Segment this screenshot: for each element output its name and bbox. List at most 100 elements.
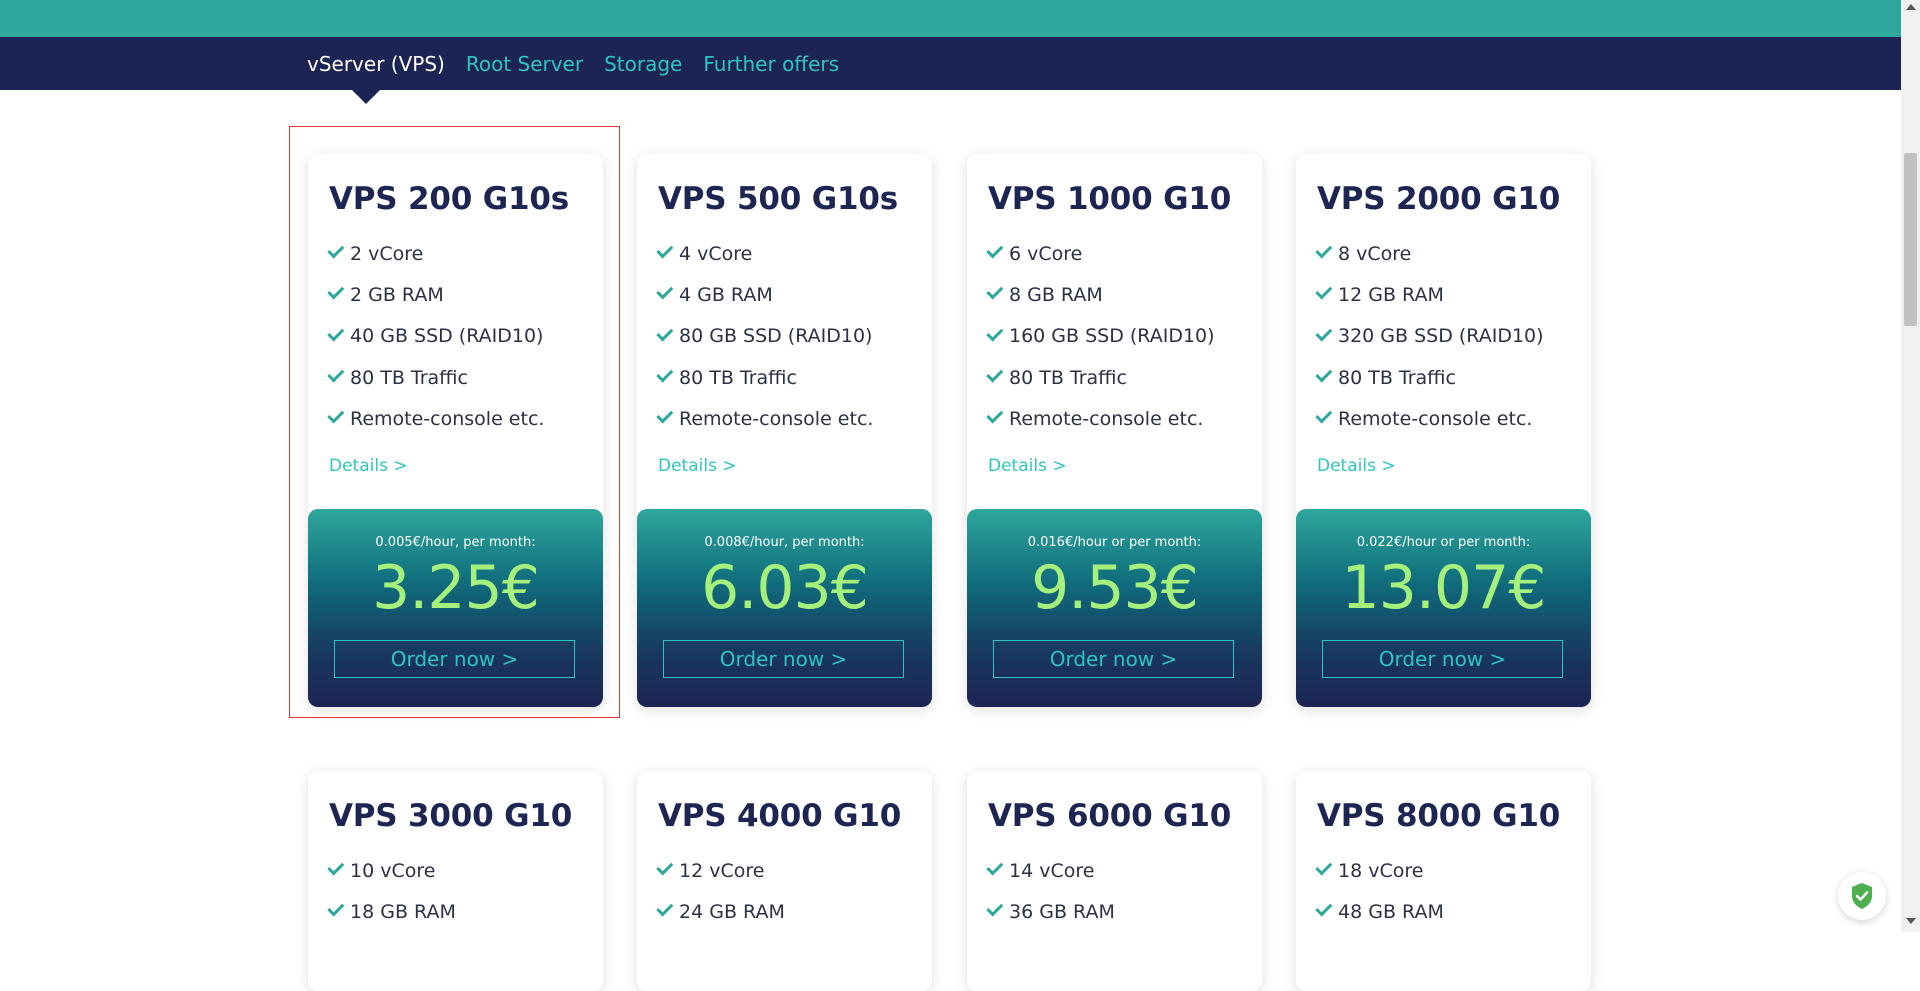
- price-box: 0.022€/hour or per month: 13.07€ Order n…: [1296, 509, 1591, 707]
- tab-root-server[interactable]: Root Server: [466, 52, 583, 76]
- feature-item: 14 vCore: [986, 850, 1115, 891]
- feature-item: 80 GB SSD (RAID10): [656, 316, 873, 357]
- plan-title: VPS 8000 G10: [1317, 798, 1561, 834]
- check-icon: [986, 241, 1004, 259]
- feature-item: 80 TB Traffic: [1315, 357, 1544, 398]
- price-value: 3.25€: [372, 553, 540, 623]
- check-icon: [1315, 324, 1333, 342]
- scroll-down-arrow-icon[interactable]: [1906, 918, 1916, 924]
- check-icon: [327, 282, 345, 300]
- feature-item: 40 GB SSD (RAID10): [327, 316, 544, 357]
- check-icon: [1315, 858, 1333, 876]
- plan-title: VPS 2000 G10: [1317, 181, 1561, 217]
- product-navbar: vServer (VPS) Root Server Storage Furthe…: [0, 37, 1920, 90]
- plan-card-vps-200: VPS 200 G10s 2 vCore 2 GB RAM 40 GB SSD …: [308, 154, 603, 707]
- plan-title: VPS 1000 G10: [988, 181, 1232, 217]
- check-icon: [327, 899, 345, 917]
- check-icon: [327, 406, 345, 424]
- top-accent-bar: [0, 0, 1920, 37]
- tab-storage[interactable]: Storage: [604, 52, 682, 76]
- feature-item: 2 vCore: [327, 233, 544, 274]
- price-box: 0.008€/hour, per month: 6.03€ Order now …: [637, 509, 932, 707]
- vertical-scrollbar[interactable]: [1901, 0, 1920, 932]
- feature-item: 12 GB RAM: [1315, 274, 1544, 315]
- order-button[interactable]: Order now >: [993, 640, 1234, 678]
- plan-card-vps-8000: VPS 8000 G10 18 vCore 48 GB RAM: [1296, 771, 1591, 991]
- plan-card-vps-500: VPS 500 G10s 4 vCore 4 GB RAM 80 GB SSD …: [637, 154, 932, 707]
- feature-item: 6 vCore: [986, 233, 1215, 274]
- check-icon: [327, 324, 345, 342]
- tab-further-offers[interactable]: Further offers: [703, 52, 839, 76]
- check-icon: [1315, 406, 1333, 424]
- feature-item: 80 TB Traffic: [986, 357, 1215, 398]
- feature-item: Remote-console etc.: [327, 398, 544, 439]
- check-icon: [656, 899, 674, 917]
- price-note: 0.005€/hour, per month:: [375, 535, 536, 550]
- check-icon: [986, 365, 1004, 383]
- check-icon: [656, 365, 674, 383]
- details-link[interactable]: Details >: [329, 456, 408, 476]
- feature-item: 18 vCore: [1315, 850, 1444, 891]
- feature-item: 8 GB RAM: [986, 274, 1215, 315]
- check-icon: [1315, 899, 1333, 917]
- price-box: 0.005€/hour, per month: 3.25€ Order now …: [308, 509, 603, 707]
- active-tab-caret: [352, 90, 380, 104]
- feature-item: 80 TB Traffic: [656, 357, 873, 398]
- feature-list: 8 vCore 12 GB RAM 320 GB SSD (RAID10) 80…: [1315, 233, 1544, 439]
- feature-item: 36 GB RAM: [986, 891, 1115, 932]
- feature-item: 10 vCore: [327, 850, 456, 891]
- price-value: 6.03€: [701, 553, 869, 623]
- feature-list: 12 vCore 24 GB RAM: [656, 850, 785, 933]
- price-value: 9.53€: [1031, 553, 1199, 623]
- details-link[interactable]: Details >: [988, 456, 1067, 476]
- feature-list: 6 vCore 8 GB RAM 160 GB SSD (RAID10) 80 …: [986, 233, 1215, 439]
- price-note: 0.008€/hour, per month:: [704, 535, 865, 550]
- feature-list: 2 vCore 2 GB RAM 40 GB SSD (RAID10) 80 T…: [327, 233, 544, 439]
- check-icon: [986, 899, 1004, 917]
- price-note: 0.016€/hour or per month:: [1027, 535, 1202, 550]
- check-icon: [327, 365, 345, 383]
- scroll-up-arrow-icon[interactable]: [1906, 4, 1916, 10]
- plan-title: VPS 500 G10s: [658, 181, 898, 217]
- check-icon: [1315, 282, 1333, 300]
- check-icon: [656, 241, 674, 259]
- details-link[interactable]: Details >: [658, 456, 737, 476]
- check-icon: [327, 241, 345, 259]
- check-icon: [656, 324, 674, 342]
- plan-title: VPS 6000 G10: [988, 798, 1232, 834]
- plan-title: VPS 200 G10s: [329, 181, 569, 217]
- tab-vserver[interactable]: vServer (VPS): [307, 52, 445, 76]
- order-button[interactable]: Order now >: [334, 640, 575, 678]
- order-button[interactable]: Order now >: [1322, 640, 1563, 678]
- feature-item: Remote-console etc.: [986, 398, 1215, 439]
- plan-card-vps-4000: VPS 4000 G10 12 vCore 24 GB RAM: [637, 771, 932, 991]
- price-value: 13.07€: [1341, 553, 1547, 623]
- check-icon: [1315, 365, 1333, 383]
- check-icon: [1315, 241, 1333, 259]
- feature-item: 12 vCore: [656, 850, 785, 891]
- plan-card-vps-1000: VPS 1000 G10 6 vCore 8 GB RAM 160 GB SSD…: [967, 154, 1262, 707]
- plan-card-vps-6000: VPS 6000 G10 14 vCore 36 GB RAM: [967, 771, 1262, 991]
- product-nav: vServer (VPS) Root Server Storage Furthe…: [307, 37, 839, 90]
- feature-item: 320 GB SSD (RAID10): [1315, 316, 1544, 357]
- check-icon: [656, 406, 674, 424]
- feature-item: 4 vCore: [656, 233, 873, 274]
- feature-item: Remote-console etc.: [656, 398, 873, 439]
- privacy-shield-button[interactable]: [1838, 872, 1886, 920]
- feature-item: 4 GB RAM: [656, 274, 873, 315]
- feature-list: 14 vCore 36 GB RAM: [986, 850, 1115, 933]
- feature-item: 48 GB RAM: [1315, 891, 1444, 932]
- feature-item: Remote-console etc.: [1315, 398, 1544, 439]
- check-icon: [986, 406, 1004, 424]
- check-icon: [986, 858, 1004, 876]
- order-button[interactable]: Order now >: [663, 640, 904, 678]
- plan-card-vps-2000: VPS 2000 G10 8 vCore 12 GB RAM 320 GB SS…: [1296, 154, 1591, 707]
- details-link[interactable]: Details >: [1317, 456, 1396, 476]
- scrollbar-thumb[interactable]: [1904, 153, 1917, 326]
- check-icon: [986, 324, 1004, 342]
- check-icon: [986, 282, 1004, 300]
- feature-list: 18 vCore 48 GB RAM: [1315, 850, 1444, 933]
- feature-item: 80 TB Traffic: [327, 357, 544, 398]
- check-icon: [327, 858, 345, 876]
- feature-item: 24 GB RAM: [656, 891, 785, 932]
